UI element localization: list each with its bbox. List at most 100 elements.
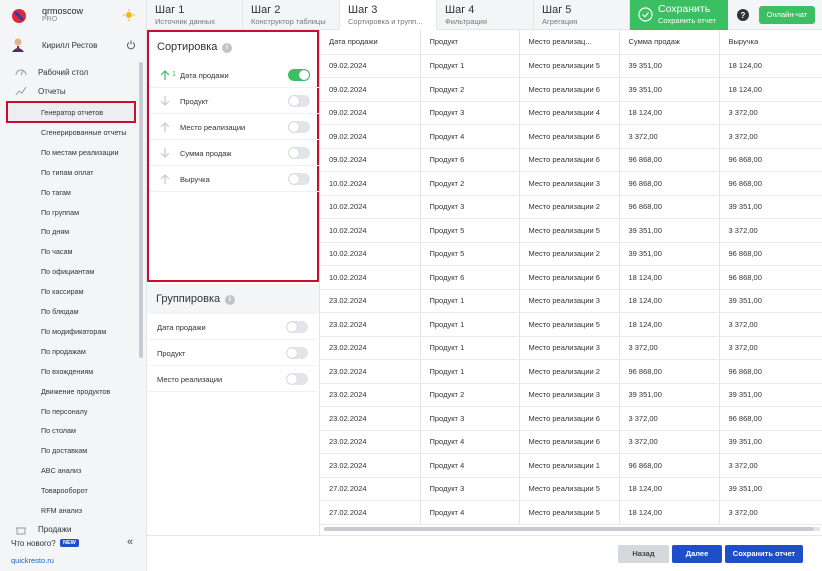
arrow-down-icon[interactable] — [159, 147, 171, 159]
sidebar-report-item[interactable]: По местам реализации — [41, 148, 118, 157]
step-2-tab[interactable]: Шаг 2 Конструктор таблицы — [243, 0, 340, 30]
nav-desktop[interactable]: Рабочий стол — [0, 63, 140, 81]
sidebar-report-item[interactable]: По модификаторам — [41, 327, 106, 336]
footer-actions: Назад Далее Сохранить отчет — [147, 535, 822, 571]
sidebar-report-item[interactable]: По официантам — [41, 267, 94, 276]
step-3-tab[interactable]: Шаг 3 Сортировка и групп... — [340, 0, 437, 30]
sidebar-report-item[interactable]: По столам — [41, 426, 76, 435]
sidebar-report-item[interactable]: По персоналу — [41, 407, 87, 416]
step-1-tab[interactable]: Шаг 1 Источник данных — [147, 0, 243, 30]
nav-sales[interactable]: Продажи — [0, 520, 140, 538]
sidebar-report-item[interactable]: Движение продуктов — [41, 387, 110, 396]
sort-toggle[interactable] — [288, 147, 310, 159]
group-toggle[interactable] — [286, 373, 308, 385]
back-button[interactable]: Назад — [618, 545, 669, 563]
table-cell: Продукт 2 — [420, 383, 520, 407]
table-cell: Продукт 1 — [420, 336, 520, 360]
table-cell: Место реализации 3 — [519, 171, 620, 196]
sort-toggle[interactable] — [288, 69, 310, 81]
sidebar-report-item[interactable]: RFM анализ — [41, 506, 82, 515]
arrow-down-icon[interactable] — [159, 95, 171, 107]
sidebar-scrollbar[interactable] — [139, 62, 143, 358]
sidebar-report-item[interactable]: Товарооборот — [41, 486, 88, 495]
table-row: 09.02.2024 Продукт 3 Место реализации 4 18 … — [320, 101, 822, 125]
collapse-sidebar-icon[interactable]: « — [127, 536, 133, 548]
sidebar-report-item[interactable]: ABC анализ — [41, 466, 81, 475]
sidebar-report-item[interactable]: По типам оплат — [41, 168, 94, 177]
sorting-info-icon[interactable]: i — [222, 43, 232, 53]
sort-row[interactable]: Выручка — [149, 166, 319, 192]
sidebar-report-item[interactable]: По вхождениям — [41, 367, 93, 376]
sort-row[interactable]: Сумма продаж — [149, 140, 319, 166]
table-cell: Место реализации 5 — [519, 500, 620, 525]
help-icon[interactable]: ? — [737, 9, 749, 21]
sidebar-report-item[interactable]: По блюдам — [41, 307, 79, 316]
table-row: 23.02.2024 Продукт 3 Место реализации 63 3… — [320, 406, 822, 431]
table-cell: Место реализации 6 — [519, 124, 620, 149]
group-field-label: Дата продажи — [157, 323, 206, 332]
wizard-steps-bar: Шаг 1 Источник данных Шаг 2 Конструктор … — [147, 0, 822, 30]
sort-toggle[interactable] — [288, 173, 310, 185]
column-header[interactable]: Продукт — [420, 30, 520, 55]
sort-toggle[interactable] — [288, 95, 310, 107]
theme-sun-icon[interactable] — [123, 9, 135, 21]
sidebar-report-item[interactable]: По доставкам — [41, 446, 87, 455]
sidebar-report-item[interactable]: По дням — [41, 227, 69, 236]
group-row[interactable]: Дата продажи — [147, 314, 317, 340]
group-row[interactable]: Продукт — [147, 340, 317, 366]
table-row: 27.02.2024 Продукт 3 Место реализации 5 18 … — [320, 477, 822, 501]
table-cell: Место реализации 5 — [519, 218, 620, 243]
grouping-info-icon[interactable]: i — [225, 295, 235, 305]
table-cell: 10.02.2024 — [320, 265, 421, 290]
table-horizontal-scrollbar[interactable] — [324, 527, 820, 531]
nav-reports[interactable]: Отчеты — [0, 82, 140, 100]
svg-text:?: ? — [741, 11, 746, 20]
table-cell: 3 372,00 — [719, 312, 822, 337]
brand[interactable]: qrmoscow PRO — [0, 0, 147, 30]
arrow-up-icon[interactable] — [159, 173, 171, 185]
save-report-button[interactable]: Сохранить отчет — [725, 545, 803, 563]
sort-field-label: Сумма продаж — [180, 149, 232, 158]
sort-row[interactable]: 1 Дата продажи — [149, 62, 319, 88]
arrow-up-icon[interactable] — [159, 121, 171, 133]
save-report-top-button[interactable]: Сохранить Сохранить отчет — [630, 0, 728, 30]
group-toggle[interactable] — [286, 347, 308, 359]
table-cell: 23.02.2024 — [320, 406, 421, 431]
site-link[interactable]: quickresto.ru — [11, 556, 54, 565]
sidebar-report-item[interactable]: Сгенерированные отчеты — [41, 128, 127, 137]
sort-row[interactable]: Место реализации — [149, 114, 319, 140]
table-row: 10.02.2024 Продукт 5 Место реализации 5 39 … — [320, 218, 822, 243]
column-header[interactable]: Сумма продаж — [619, 30, 720, 55]
sidebar-report-item[interactable]: По кассирам — [41, 287, 84, 296]
power-icon[interactable] — [126, 40, 136, 50]
scrollbar-thumb[interactable] — [324, 527, 814, 531]
sidebar-item-report-generator[interactable]: Генератор отчетов — [41, 108, 103, 117]
table-cell: Место реализации 6 — [519, 77, 620, 102]
whats-new-link[interactable]: Что нового? — [11, 539, 56, 548]
group-row[interactable]: Место реализации — [147, 366, 317, 392]
column-header[interactable]: Выручка — [719, 30, 822, 55]
online-chat-button[interactable]: Онлайн-чат — [759, 6, 815, 24]
table-cell: Продукт 4 — [420, 430, 520, 454]
step-subtitle: Фильтрация — [445, 17, 487, 26]
preview-table: Дата продажи Продукт Место реализац... Сумм… — [320, 30, 822, 525]
table-row: 23.02.2024 Продукт 4 Место реализации 1 96 … — [320, 453, 822, 478]
sidebar-report-item[interactable]: По часам — [41, 247, 72, 256]
step-5-tab[interactable]: Шаг 5 Агрегация — [534, 0, 630, 30]
sidebar-report-item[interactable]: По продажам — [41, 347, 86, 356]
sidebar-report-item[interactable]: По тагам — [41, 188, 71, 197]
step-title: Шаг 2 — [251, 4, 281, 16]
sort-toggle[interactable] — [288, 121, 310, 133]
column-header[interactable]: Место реализац... — [519, 30, 620, 55]
sidebar-report-item[interactable]: По группам — [41, 208, 79, 217]
table-cell: Продукт 1 — [420, 359, 520, 384]
next-button[interactable]: Далее — [672, 545, 722, 563]
user-profile[interactable]: Кирилл Рестов — [0, 34, 147, 56]
group-toggle[interactable] — [286, 321, 308, 333]
column-header[interactable]: Дата продажи — [320, 30, 421, 55]
table-cell: 96 868,00 — [619, 171, 720, 196]
sort-field-label: Выручка — [180, 175, 210, 184]
step-4-tab[interactable]: Шаг 4 Фильтрация — [437, 0, 534, 30]
sort-row[interactable]: Продукт — [149, 88, 319, 114]
arrow-up-icon[interactable] — [159, 69, 171, 81]
